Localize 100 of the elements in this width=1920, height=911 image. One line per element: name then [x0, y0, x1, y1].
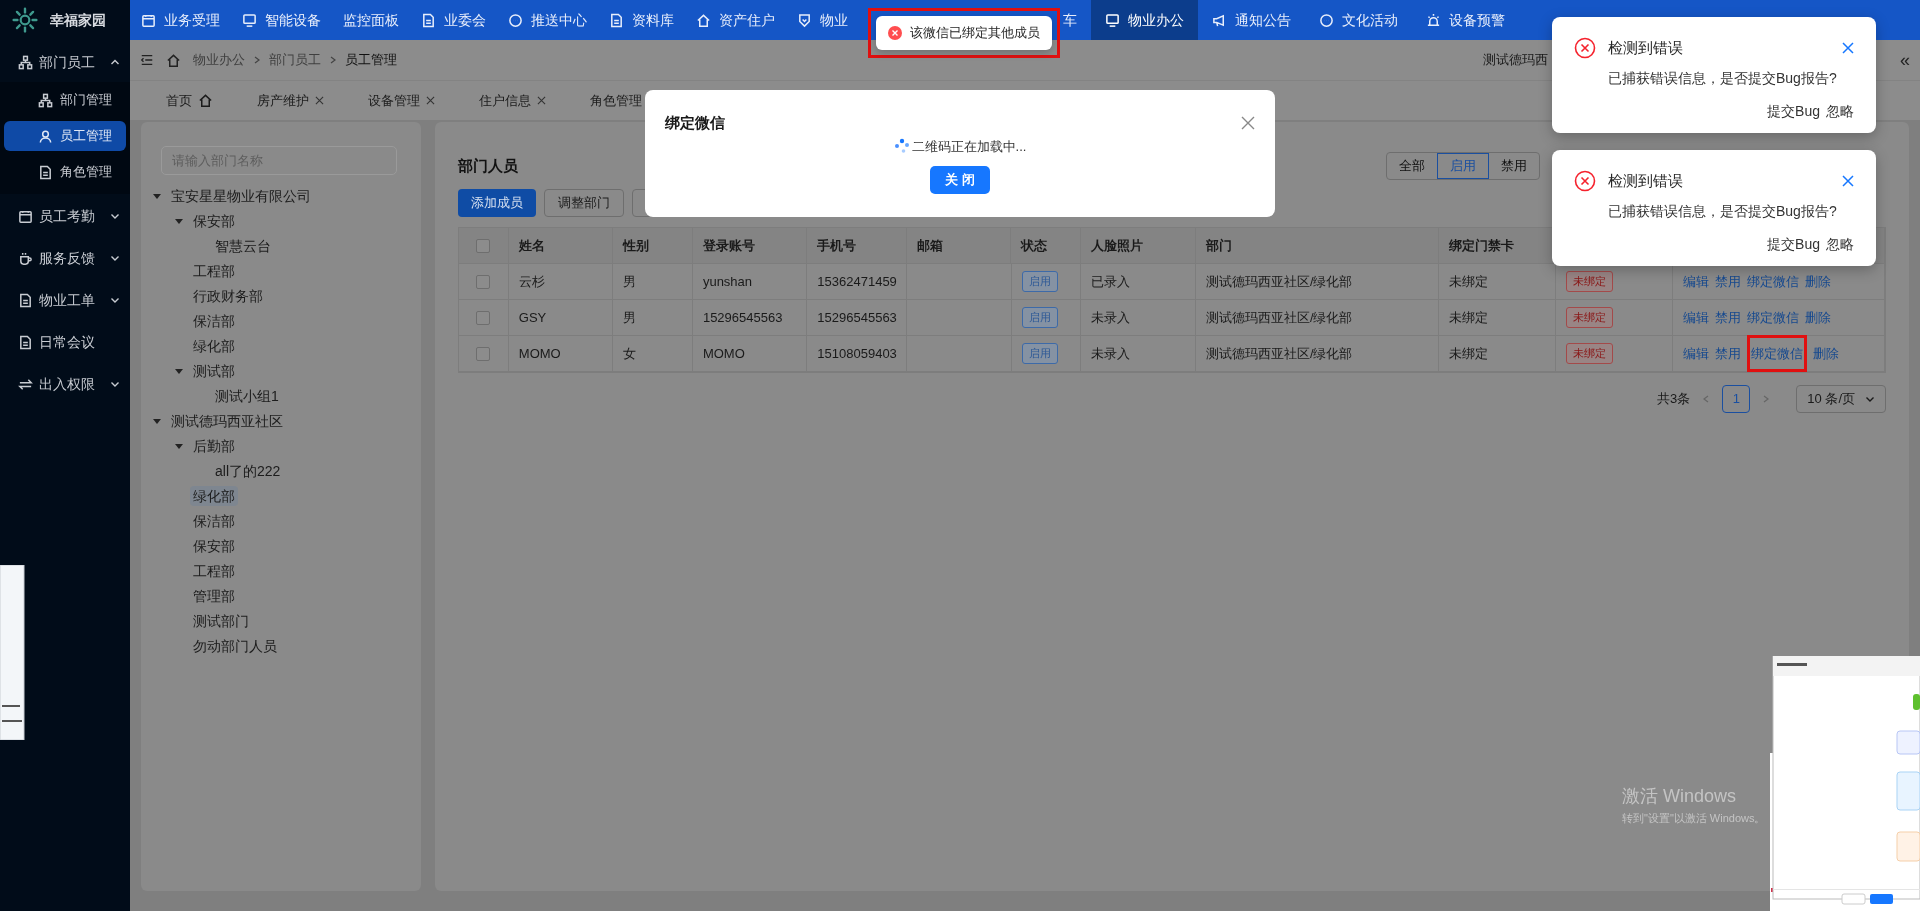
notification-action[interactable]: 忽略 [1826, 233, 1854, 255]
page-size-select[interactable]: 10 条/页 [1796, 385, 1886, 413]
close-dialog-button[interactable]: 关 闭 [930, 166, 990, 194]
action-link[interactable]: 绑定微信 [1747, 307, 1800, 328]
action-link[interactable]: 禁用 [1715, 307, 1742, 328]
action-link[interactable]: 绑定微信 [1747, 271, 1800, 292]
table-cell-text: GSY [518, 308, 547, 327]
nav-item[interactable]: 智能设备 [231, 0, 332, 40]
column-header: 绑定门禁卡 [1449, 236, 1515, 255]
breadcrumb-item: 员工管理 [345, 51, 397, 70]
notification-action[interactable]: 忽略 [1826, 100, 1854, 122]
tree-node[interactable]: 测试德玛西亚社区 [168, 410, 286, 431]
checkbox[interactable] [476, 274, 491, 289]
sidebar-item[interactable]: 物业工单 [0, 280, 130, 320]
action-link[interactable]: 删除 [1805, 307, 1832, 328]
sidebar-item[interactable]: 出入权限 [0, 364, 130, 404]
caret-icon[interactable] [153, 416, 161, 425]
table-cell-text: MOMO [518, 344, 561, 363]
sidebar-item[interactable]: 部门员工 [0, 42, 130, 82]
tree-node[interactable]: 测试部 [190, 360, 238, 381]
checkbox[interactable] [476, 238, 491, 253]
close-button[interactable] [1842, 175, 1854, 188]
close-button[interactable] [1842, 42, 1854, 55]
nav-item[interactable]: 业务受理 [130, 0, 231, 40]
chevron-up-icon [110, 57, 120, 67]
action-link[interactable]: 编辑 [1683, 307, 1710, 328]
caret-icon[interactable] [175, 216, 183, 225]
sidebar-item[interactable]: 日常会议 [0, 322, 130, 362]
menu-icon[interactable] [140, 53, 154, 67]
table-cell-text: MOMO [702, 344, 745, 363]
tree-node[interactable]: all了的222 [212, 460, 284, 481]
sidebar-subitem[interactable]: 员工管理 [4, 121, 126, 151]
tree-node[interactable]: 行政财务部 [190, 285, 266, 306]
filter-option[interactable]: 全部 [1387, 153, 1437, 179]
tree-node[interactable]: 测试小组1 [212, 385, 282, 406]
action-link[interactable]: 绑定微信 [1747, 334, 1808, 373]
app-title: 幸福家园 [50, 10, 106, 30]
tree-node[interactable]: 绿化部 [190, 485, 238, 506]
nav-item[interactable]: 通知公告 [1198, 0, 1305, 40]
tree-node[interactable]: 保安部 [190, 210, 238, 231]
tree-node[interactable]: 保洁部 [190, 510, 238, 531]
filter-option[interactable]: 禁用 [1489, 153, 1539, 179]
tree-node[interactable]: 工程部 [190, 560, 238, 581]
action-link[interactable]: 禁用 [1715, 343, 1742, 364]
table-cell-text: 15296545563 [702, 308, 783, 327]
breadcrumb-item[interactable]: 部门员工 [269, 50, 321, 70]
sidebar-subitem[interactable]: 角色管理 [4, 157, 126, 187]
action-link[interactable]: 编辑 [1683, 343, 1710, 364]
tree-node[interactable]: 绿化部 [190, 335, 238, 356]
close-icon[interactable] [537, 96, 546, 105]
close-icon[interactable] [315, 96, 324, 105]
notification-action[interactable]: 提交Bug [1767, 100, 1820, 122]
nav-item[interactable]: 文化活动 [1305, 0, 1412, 40]
toolbar-button[interactable]: 调整部门 [544, 189, 624, 217]
nav-item[interactable]: 资料库 [598, 0, 685, 40]
tree-node[interactable]: 智慧云台 [212, 235, 274, 256]
tree-node[interactable]: 保安部 [190, 535, 238, 556]
nav-item[interactable]: 推送中心 [497, 0, 598, 40]
caret-icon[interactable] [153, 191, 161, 200]
action-link[interactable]: 删除 [1813, 343, 1840, 364]
page-tab[interactable]: 首页 [158, 85, 221, 116]
nav-item[interactable]: 监控面板 [332, 0, 410, 40]
page-tab[interactable]: 设备管理 [360, 85, 443, 116]
nav-item[interactable]: 物业 [786, 0, 859, 40]
add-member-button[interactable]: 添加成员 [458, 189, 536, 217]
tree-node[interactable]: 宝安星星物业有限公司 [168, 185, 314, 206]
page-tab[interactable]: 房产维护 [249, 85, 332, 116]
sidebar-item[interactable]: 员工考勤 [0, 196, 130, 236]
nav-item[interactable]: 物业办公 [1091, 0, 1198, 40]
nav-item[interactable]: 资产住户 [685, 0, 786, 40]
sidebar-subitem[interactable]: 部门管理 [4, 85, 126, 115]
tree-node[interactable]: 工程部 [190, 260, 238, 281]
close-icon [1842, 42, 1854, 55]
nav-item[interactable]: 业委会 [410, 0, 497, 40]
checkbox[interactable] [476, 310, 491, 325]
document-icon [18, 334, 33, 350]
close-button[interactable] [1241, 116, 1255, 131]
table-cell-text: yunshan [702, 272, 753, 291]
chat-icon [508, 12, 523, 28]
error-icon [1574, 170, 1596, 193]
caret-icon[interactable] [175, 441, 183, 450]
tree-node[interactable]: 测试部门 [190, 610, 252, 631]
account-name[interactable]: 测试德玛西 [1483, 50, 1548, 70]
notification-action[interactable]: 提交Bug [1767, 233, 1820, 255]
tree-node[interactable]: 管理部 [190, 585, 238, 606]
action-link[interactable]: 删除 [1805, 271, 1832, 292]
action-link[interactable]: 禁用 [1715, 271, 1742, 292]
action-link[interactable]: 编辑 [1683, 271, 1710, 292]
sidebar-item[interactable]: 服务反馈 [0, 238, 130, 278]
nav-item[interactable]: 设备预警 [1412, 0, 1519, 40]
page-tab[interactable]: 住户信息 [471, 85, 554, 116]
caret-icon[interactable] [175, 366, 183, 375]
tree-node[interactable]: 勿动部门人员 [190, 635, 280, 656]
tree-node[interactable]: 保洁部 [190, 310, 238, 331]
collapse-icon[interactable]: « [1900, 46, 1910, 74]
breadcrumb-item[interactable]: 物业办公 [193, 50, 245, 70]
monitor-icon [242, 12, 257, 28]
tree-node[interactable]: 后勤部 [190, 435, 238, 456]
close-icon[interactable] [426, 96, 435, 105]
checkbox[interactable] [476, 346, 491, 361]
